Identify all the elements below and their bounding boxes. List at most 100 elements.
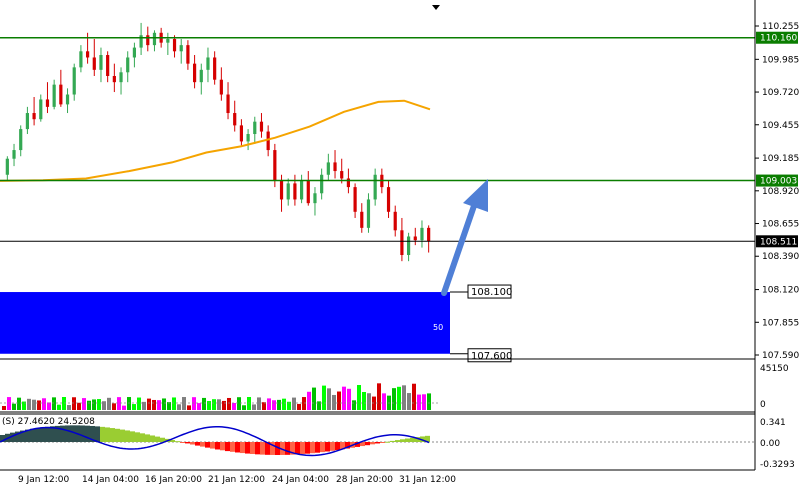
candle-body bbox=[406, 236, 411, 256]
oscillator-bar bbox=[85, 425, 90, 442]
candle-body bbox=[213, 57, 217, 80]
volume-bar bbox=[32, 399, 36, 410]
candle-body bbox=[166, 38, 170, 43]
candle-body bbox=[373, 174, 377, 200]
candle-body bbox=[152, 32, 157, 46]
volume-bar bbox=[352, 400, 356, 410]
volume-bar bbox=[172, 397, 176, 410]
candle-body bbox=[239, 125, 244, 142]
candle-body bbox=[299, 180, 304, 200]
volume-bar bbox=[102, 401, 106, 410]
oscillator-bar bbox=[225, 442, 230, 452]
candle-body bbox=[126, 57, 130, 73]
oscillator-bar bbox=[105, 427, 110, 442]
volume-bar bbox=[322, 385, 326, 410]
oscillator-bar bbox=[45, 426, 50, 442]
volume-bar bbox=[317, 401, 321, 410]
volume-panel[interactable]: 45150 0 bbox=[0, 358, 789, 413]
oscillator-bar bbox=[285, 442, 290, 455]
oscillator-bar bbox=[110, 428, 115, 442]
candle-body bbox=[12, 150, 16, 159]
demand-zone-rectangle[interactable] bbox=[0, 292, 450, 354]
volume-histogram bbox=[2, 383, 431, 410]
candle-body bbox=[226, 94, 230, 114]
oscillator-bar bbox=[410, 437, 415, 442]
oscillator-bar bbox=[210, 442, 215, 449]
oscillator-bar bbox=[130, 431, 135, 442]
volume-bar bbox=[267, 398, 271, 410]
volume-bar bbox=[257, 397, 261, 410]
candle-body bbox=[179, 45, 183, 52]
oscillator-bar bbox=[145, 434, 150, 442]
volume-bar bbox=[292, 397, 296, 410]
volume-bar bbox=[232, 403, 236, 410]
oscillator-bar bbox=[65, 425, 70, 442]
candle-body bbox=[326, 162, 330, 175]
volume-bar bbox=[337, 391, 341, 410]
volume-bar bbox=[182, 397, 186, 410]
volume-bar bbox=[72, 397, 76, 410]
oscillator-bar bbox=[180, 442, 185, 443]
candle-body bbox=[427, 227, 431, 242]
oscillator-bar bbox=[155, 436, 160, 442]
volume-bar bbox=[242, 405, 246, 410]
candle-body bbox=[112, 75, 116, 83]
candle-body bbox=[360, 211, 364, 228]
time-label: 16 Jan 20:00 bbox=[145, 475, 202, 485]
oscillator-bar bbox=[150, 435, 155, 442]
volume-bar bbox=[377, 383, 381, 410]
level-upper-label: 110.160 bbox=[760, 34, 797, 44]
oscillator-bar bbox=[140, 433, 145, 442]
oscillator-bar bbox=[245, 442, 250, 454]
time-label: 21 Jan 12:00 bbox=[208, 475, 265, 485]
oscillator-bar bbox=[315, 442, 320, 453]
volume-bar bbox=[202, 397, 206, 410]
candle-body bbox=[32, 113, 36, 120]
volume-bar bbox=[262, 402, 266, 410]
oscillator-bar bbox=[235, 442, 240, 453]
oscillator-bar bbox=[300, 442, 305, 455]
volume-bar bbox=[137, 397, 141, 410]
candle-body bbox=[132, 47, 137, 58]
volume-bar bbox=[187, 405, 191, 410]
candle-body bbox=[5, 158, 9, 175]
volume-bar bbox=[92, 399, 96, 410]
candle-body bbox=[340, 171, 344, 179]
oscillator-panel[interactable]: (S) 27.4620 24.5208 0.341 0.00 -0.3293 bbox=[0, 413, 795, 471]
candle-body bbox=[306, 180, 310, 204]
volume-bar bbox=[367, 393, 371, 410]
oscillator-bar bbox=[395, 440, 400, 442]
trading-chart[interactable]: 50 108.100 107.600 110.255 109.985 109.720… bbox=[0, 0, 804, 486]
candle-body bbox=[386, 187, 391, 212]
price-panel[interactable]: 50 108.100 107.600 bbox=[0, 0, 755, 363]
oscillator-bar bbox=[60, 425, 65, 442]
volume-bar bbox=[422, 394, 426, 410]
volume-bar bbox=[177, 404, 181, 410]
volume-bar bbox=[17, 397, 21, 410]
volume-bar bbox=[162, 398, 166, 410]
volume-bar bbox=[227, 397, 231, 410]
volume-bar bbox=[117, 397, 121, 410]
oscillator-bar bbox=[255, 442, 260, 455]
candle-body bbox=[233, 113, 237, 126]
candle-body bbox=[99, 55, 103, 70]
oscillator-bar bbox=[215, 442, 220, 450]
candle-body bbox=[192, 63, 197, 83]
candle-body bbox=[79, 51, 83, 68]
oscillator-bar bbox=[120, 429, 125, 442]
volume-bar bbox=[47, 402, 51, 410]
volume-bar bbox=[97, 399, 101, 410]
volume-bar bbox=[132, 404, 136, 410]
candle-body bbox=[279, 180, 284, 200]
volume-bar bbox=[42, 398, 46, 410]
candle-body bbox=[219, 79, 223, 95]
volume-bar bbox=[57, 404, 61, 410]
candle-body bbox=[65, 94, 70, 105]
candle-body bbox=[320, 174, 324, 194]
volume-bar bbox=[327, 388, 331, 410]
candle-body bbox=[413, 236, 417, 241]
oscillator-bar bbox=[70, 425, 75, 442]
volume-bar bbox=[272, 400, 276, 410]
candle-body bbox=[333, 162, 337, 172]
volume-bar bbox=[87, 400, 91, 410]
